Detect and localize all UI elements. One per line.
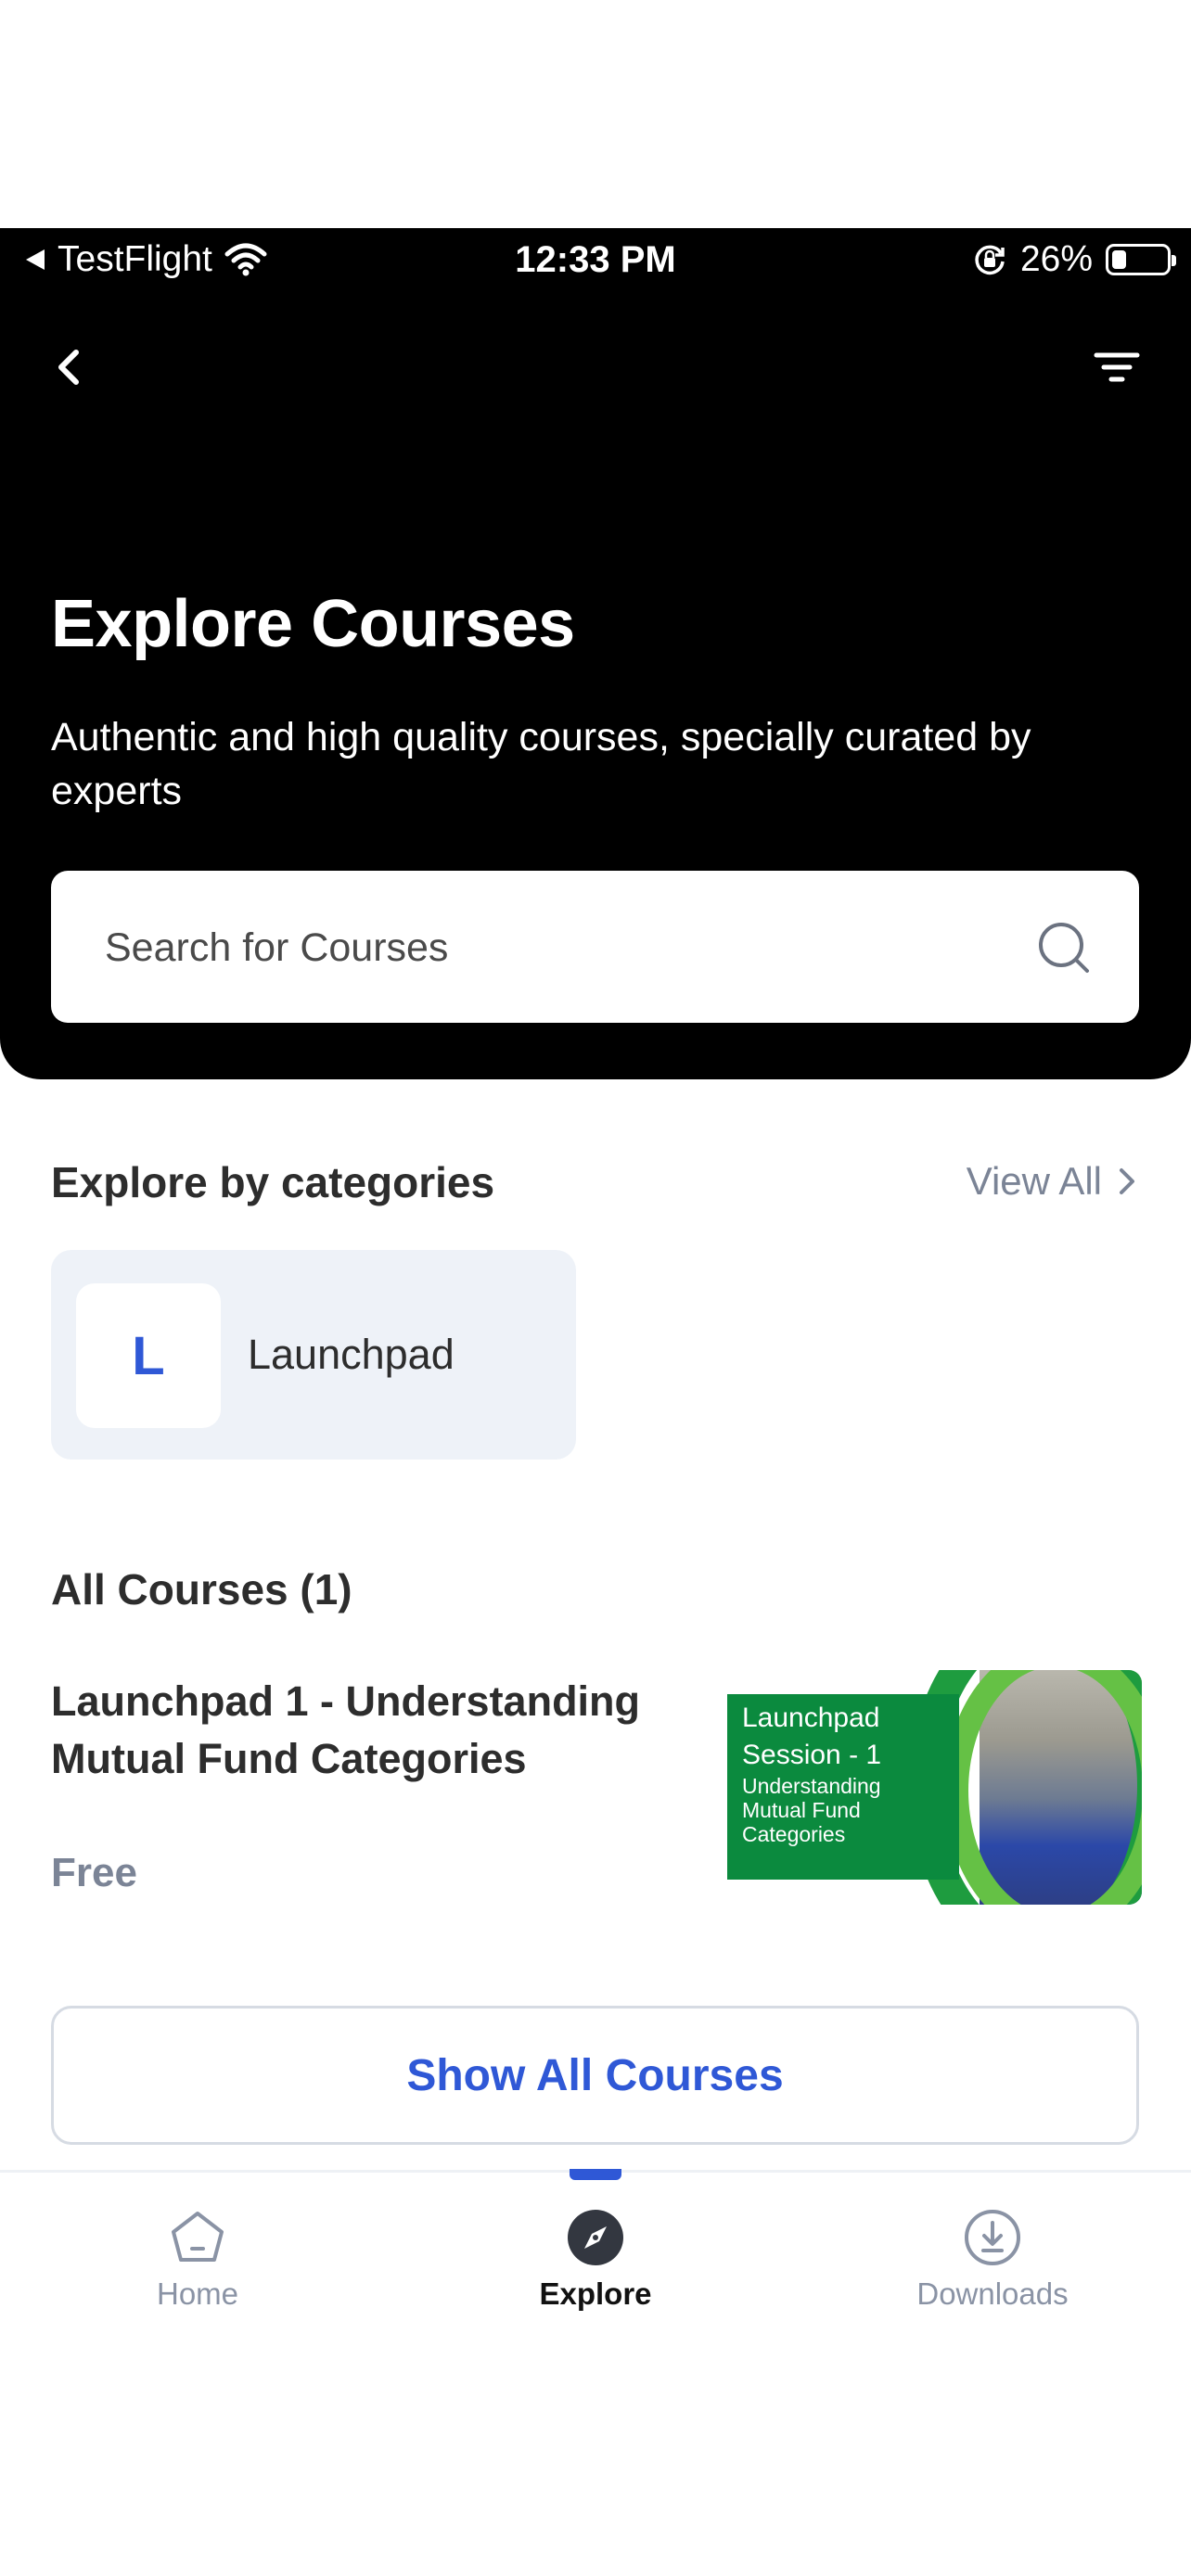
search-icon[interactable] xyxy=(1035,919,1093,976)
top-blank-area xyxy=(0,0,1191,228)
thumbnail-heading-line2: Session - 1 xyxy=(742,1740,882,1770)
thumbnail-arc-light xyxy=(944,1670,1142,1905)
tab-explore[interactable]: Explore xyxy=(484,2208,707,2312)
search-box[interactable] xyxy=(51,871,1139,1025)
thumbnail-heading-line1: Launchpad xyxy=(742,1702,880,1733)
thumbnail-subtitle: Understanding Mutual Fund Categories xyxy=(742,1774,881,1846)
view-all-link[interactable]: View All xyxy=(967,1159,1137,1204)
battery-percent: 26% xyxy=(1019,239,1093,279)
battery-level xyxy=(1112,250,1126,269)
thumbnail-sub-line2: Mutual Fund xyxy=(742,1798,861,1822)
bottom-tab-bar: Home Explore Downloads xyxy=(0,2169,1191,2312)
tab-downloads-label: Downloads xyxy=(916,2276,1069,2311)
category-card-launchpad[interactable]: L Launchpad xyxy=(51,1250,576,1460)
category-label: Launchpad xyxy=(248,1331,455,1378)
status-right: 26% xyxy=(972,239,1176,280)
status-bar: TestFlight 12:33 PM 26% xyxy=(0,228,1191,295)
categories-heading: Explore by categories xyxy=(51,1158,495,1206)
back-chevron-icon[interactable] xyxy=(45,339,91,395)
page-title: Explore Courses xyxy=(51,587,575,661)
category-initial-badge: L xyxy=(76,1283,221,1428)
course-thumbnail: Launchpad Session - 1 Understanding Mutu… xyxy=(724,1670,1142,1905)
tab-home[interactable]: Home xyxy=(86,2208,309,2312)
thumbnail-sub-line1: Understanding xyxy=(742,1774,881,1798)
active-tab-indicator xyxy=(570,2169,621,2180)
filter-icon[interactable] xyxy=(1089,339,1145,395)
course-list-item[interactable]: Launchpad 1 - Understanding Mutual Fund … xyxy=(51,1669,1142,1906)
chevron-right-icon xyxy=(1120,1168,1134,1194)
view-all-label: View All xyxy=(966,1159,1102,1203)
tab-home-label: Home xyxy=(156,2276,239,2311)
course-title: Launchpad 1 - Understanding Mutual Fund … xyxy=(51,1677,641,1782)
show-all-courses-button[interactable]: Show All Courses xyxy=(51,2006,1139,2145)
all-courses-heading: All Courses (1) xyxy=(51,1565,352,1613)
home-icon xyxy=(172,2212,224,2262)
tab-explore-label: Explore xyxy=(539,2276,652,2311)
orientation-lock-icon xyxy=(975,245,1005,275)
compass-icon xyxy=(568,2210,623,2265)
search-input[interactable] xyxy=(103,871,1034,1025)
thumbnail-heading: Launchpad Session - 1 xyxy=(742,1700,881,1774)
page-subtitle: Authentic and high quality courses, spec… xyxy=(51,715,1031,813)
battery-icon xyxy=(1106,244,1176,275)
tab-downloads[interactable]: Downloads xyxy=(881,2208,1104,2312)
download-icon xyxy=(965,2210,1020,2265)
hero-header: TestFlight 12:33 PM 26% Explore Courses … xyxy=(0,228,1191,1079)
course-price: Free xyxy=(51,1850,137,1895)
thumbnail-sub-line3: Categories xyxy=(742,1822,846,1846)
